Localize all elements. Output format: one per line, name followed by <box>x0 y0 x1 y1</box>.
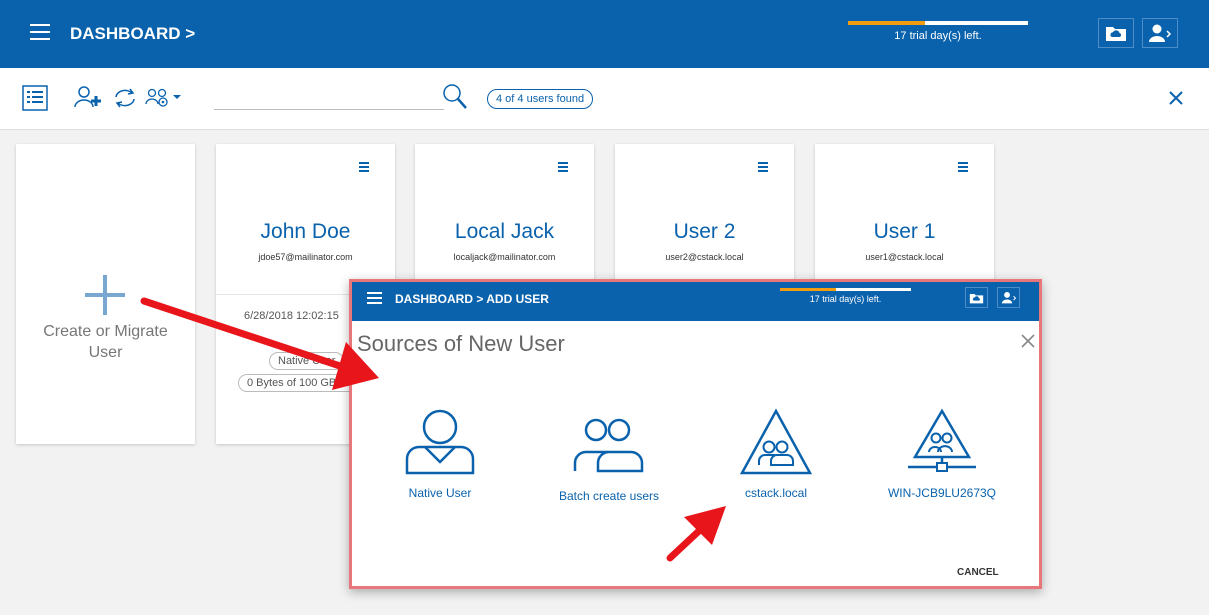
add-user-dialog-screenshot: DASHBOARD > ADD USER 17 trial day(s) lef… <box>349 279 1042 589</box>
user-email: user2@cstack.local <box>665 252 744 262</box>
source-batch-create[interactable]: Batch create users <box>534 415 684 503</box>
trial-days-text: 17 trial day(s) left. <box>894 30 982 42</box>
list-view-button[interactable] <box>22 85 48 116</box>
trial-progress-bar <box>848 21 1028 25</box>
user-settings-dropdown[interactable] <box>145 87 183 114</box>
list-view-icon <box>22 85 48 111</box>
card-menu-icon[interactable] <box>958 162 968 174</box>
plus-icon <box>85 275 125 315</box>
cloud-folder-icon <box>969 293 984 303</box>
native-user-icon <box>405 409 475 475</box>
card-menu-icon[interactable] <box>558 162 568 174</box>
trial-indicator: 17 trial day(s) left. <box>848 21 1028 42</box>
user-settings-icon <box>145 88 181 107</box>
source-label: cstack.local <box>744 486 808 500</box>
user-email: jdoe57@mailinator.com <box>258 252 353 262</box>
cloud-folder-icon <box>1106 27 1126 41</box>
user-account-icon <box>1001 291 1016 304</box>
cloud-folder-button[interactable] <box>965 287 988 308</box>
dialog-heading: Sources of New User <box>357 331 565 356</box>
sync-icon <box>115 88 135 108</box>
source-label: WIN-JCB9LU2673Q <box>887 486 997 500</box>
user-account-button[interactable] <box>1142 18 1178 48</box>
source-win-server[interactable]: WIN-JCB9LU2673Q <box>867 407 1017 500</box>
create-user-label: Create or Migrate User <box>43 323 168 361</box>
source-label: Batch create users <box>558 489 660 503</box>
card-menu-icon[interactable] <box>359 162 369 174</box>
toolbar: 4 of 4 users found <box>0 68 1209 130</box>
dialog-top-bar: DASHBOARD > ADD USER 17 trial day(s) lef… <box>352 282 1039 321</box>
trial-indicator: 17 trial day(s) left. <box>780 288 911 304</box>
search-field[interactable] <box>214 82 444 110</box>
user-name[interactable]: User 1 <box>815 220 994 244</box>
source-cstack-local[interactable]: cstack.local <box>701 407 851 500</box>
user-email: localjack@mailinator.com <box>453 252 556 262</box>
user-email: user1@cstack.local <box>865 252 944 262</box>
user-type-badge: Native User <box>269 352 345 370</box>
user-name[interactable]: User 2 <box>615 220 794 244</box>
last-login-date: 6/28/2018 12:02:15 <box>244 310 339 322</box>
batch-users-icon <box>573 418 644 473</box>
dialog-breadcrumb[interactable]: DASHBOARD > ADD USER <box>395 292 549 306</box>
cancel-button[interactable]: CANCEL <box>957 567 999 578</box>
close-icon <box>1021 334 1035 348</box>
search-input[interactable] <box>214 82 444 109</box>
user-name[interactable]: John Doe <box>216 220 395 244</box>
users-found-badge: 4 of 4 users found <box>487 89 594 109</box>
cloud-folder-button[interactable] <box>1098 18 1134 48</box>
source-native-user[interactable]: Native User <box>365 407 515 500</box>
close-icon <box>1169 91 1183 105</box>
menu-hamburger-icon[interactable] <box>367 292 382 305</box>
dialog-close-button[interactable] <box>1020 333 1036 354</box>
source-label: Native User <box>408 486 472 500</box>
create-migrate-user-card[interactable]: Create or Migrate User <box>16 144 195 444</box>
close-button[interactable] <box>1168 90 1184 111</box>
menu-hamburger-icon[interactable] <box>30 24 50 42</box>
trial-days-text: 17 trial day(s) left. <box>809 294 882 304</box>
trial-progress-bar <box>780 288 911 291</box>
search-button[interactable] <box>442 83 468 116</box>
add-user-icon <box>74 86 101 108</box>
top-bar: DASHBOARD > 17 trial day(s) left. <box>0 0 1209 68</box>
search-icon <box>443 84 467 109</box>
user-account-button[interactable] <box>997 287 1020 308</box>
domain-triangle-icon <box>739 408 813 475</box>
breadcrumb[interactable]: DASHBOARD > <box>70 24 195 44</box>
user-name[interactable]: Local Jack <box>415 220 594 244</box>
server-triangle-icon <box>908 408 976 472</box>
user-account-icon <box>1149 24 1172 42</box>
card-menu-icon[interactable] <box>758 162 768 174</box>
sync-button[interactable] <box>112 87 138 114</box>
add-user-button[interactable] <box>74 85 104 114</box>
